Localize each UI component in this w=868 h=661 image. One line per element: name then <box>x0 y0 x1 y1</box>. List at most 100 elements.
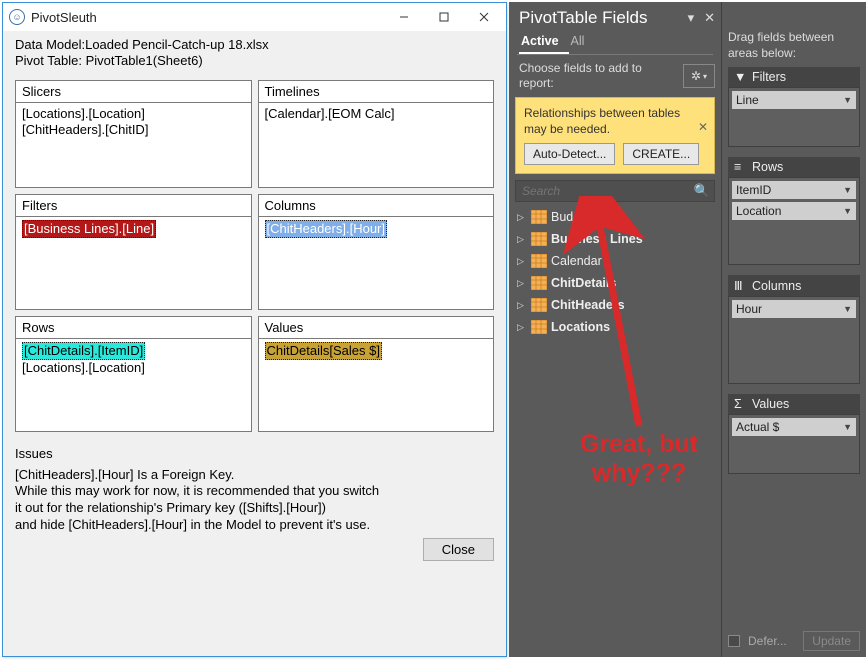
zone-item-label: ItemID <box>736 183 771 197</box>
maximize-button[interactable] <box>424 4 464 30</box>
fields-pane-title: PivotTable Fields <box>519 8 688 28</box>
zone-item-label: Actual $ <box>736 420 779 434</box>
app-icon: ☺ <box>9 9 25 25</box>
tab-all[interactable]: All <box>569 30 595 54</box>
chevron-right-icon: ▷ <box>517 212 527 223</box>
slicers-line: [ChitHeaders].[ChitID] <box>22 122 245 139</box>
columns-header: Columns <box>258 194 495 216</box>
table-label: Business Lines <box>551 232 643 246</box>
columns-icon: Ⅲ <box>734 278 746 293</box>
rows-line: [Locations].[Location] <box>22 360 245 377</box>
filters-body: [Business Lines].[Line] <box>15 216 252 310</box>
filters-header: Filters <box>15 194 252 216</box>
table-icon <box>531 254 547 268</box>
drag-fields-text: Drag fields between areas below: <box>728 30 860 61</box>
chevron-down-icon: ▼ <box>843 185 852 195</box>
rows-icon: ≡ <box>734 160 746 174</box>
table-icon <box>531 320 547 334</box>
close-button[interactable]: Close <box>423 538 494 561</box>
pivotsleuth-window: ☺ PivotSleuth Data Model:Loaded Pencil-C… <box>2 2 507 657</box>
zone-field-item[interactable]: Hour ▼ <box>732 300 856 318</box>
zone-item-label: Line <box>736 93 759 107</box>
values-highlight: ChitDetails[Sales $] <box>265 342 382 361</box>
table-icon <box>531 298 547 312</box>
defer-label: Defer... <box>748 634 787 648</box>
tab-active[interactable]: Active <box>519 30 569 54</box>
titlebar: ☺ PivotSleuth <box>3 3 506 31</box>
table-row[interactable]: ▷ Calendar <box>513 250 717 272</box>
table-icon <box>531 210 547 224</box>
zone-field-item[interactable]: Line ▼ <box>732 91 856 109</box>
chevron-right-icon: ▷ <box>517 278 527 289</box>
banner-close-icon[interactable]: ✕ <box>698 120 708 134</box>
slicers-header: Slicers <box>15 80 252 102</box>
pane-close-icon[interactable]: ✕ <box>704 10 715 26</box>
chevron-right-icon: ▷ <box>517 256 527 267</box>
rows-zone-header: ≡ Rows <box>728 157 860 177</box>
rows-body: [ChitDetails].[ItemID] [Locations].[Loca… <box>15 338 252 432</box>
values-header: Values <box>258 316 495 338</box>
sigma-icon: Σ <box>734 397 746 411</box>
pane-menu-icon[interactable]: ▾ <box>688 10 695 26</box>
defer-checkbox[interactable] <box>728 635 740 647</box>
chevron-down-icon: ▼ <box>843 304 852 314</box>
filters-zone-header: ▼ Filters <box>728 67 860 87</box>
search-input[interactable] <box>522 184 694 198</box>
create-relationship-button[interactable]: CREATE... <box>623 143 699 165</box>
data-model-info: Data Model:Loaded Pencil-Catch-up 18.xls… <box>15 37 494 53</box>
chevron-down-icon: ▼ <box>843 422 852 432</box>
issues-text: [ChitHeaders].[Hour] Is a Foreign Key.Wh… <box>15 467 494 535</box>
gear-icon: ✲ <box>691 69 701 83</box>
values-zone-label: Values <box>752 397 789 411</box>
rows-zone-label: Rows <box>752 160 783 174</box>
pivot-table-info: Pivot Table: PivotTable1(Sheet6) <box>15 53 494 69</box>
chevron-right-icon: ▷ <box>517 300 527 311</box>
table-row[interactable]: ▷Locations <box>513 316 717 338</box>
chevron-right-icon: ▷ <box>517 234 527 245</box>
window-title: PivotSleuth <box>31 10 384 25</box>
search-icon: 🔍 <box>694 183 710 199</box>
search-row[interactable]: 🔍 <box>515 180 715 202</box>
table-icon <box>531 276 547 290</box>
table-label: Calendar <box>551 254 602 268</box>
auto-detect-button[interactable]: Auto-Detect... <box>524 143 615 165</box>
zone-item-label: Hour <box>736 302 762 316</box>
table-label: Budgets <box>551 210 597 224</box>
timelines-line: [Calendar].[EOM Calc] <box>265 106 488 123</box>
table-row[interactable]: ▷ChitDetails <box>513 272 717 294</box>
table-label: Locations <box>551 320 610 334</box>
rows-zone-well[interactable]: ItemID ▼ Location▼ <box>728 177 860 265</box>
table-row[interactable]: ▷ Budgets <box>513 206 717 228</box>
update-button[interactable]: Update <box>803 631 860 651</box>
table-row[interactable]: ▷ChitHeaders <box>513 294 717 316</box>
zone-field-item[interactable]: Actual $ ▼ <box>732 418 856 436</box>
zone-item-label: Location <box>736 204 781 218</box>
filters-zone-well[interactable]: Line ▼ <box>728 87 860 147</box>
table-icon <box>531 232 547 246</box>
slicers-line: [Locations].[Location] <box>22 106 245 123</box>
slicers-body: [Locations].[Location] [ChitHeaders].[Ch… <box>15 102 252 188</box>
choose-fields-text: Choose fields to add to report: <box>519 61 679 91</box>
rows-header: Rows <box>15 316 252 338</box>
columns-body: [ChitHeaders].[Hour] <box>258 216 495 310</box>
fields-settings-button[interactable]: ✲▾ <box>683 64 715 88</box>
minimize-button[interactable] <box>384 4 424 30</box>
filters-zone-label: Filters <box>752 70 786 84</box>
timelines-header: Timelines <box>258 80 495 102</box>
table-row[interactable]: ▷ Business Lines <box>513 228 717 250</box>
chevron-down-icon: ▼ <box>843 95 852 105</box>
timelines-body: [Calendar].[EOM Calc] <box>258 102 495 188</box>
cols-zone-header: Ⅲ Columns <box>728 275 860 296</box>
cols-zone-well[interactable]: Hour ▼ <box>728 296 860 384</box>
issues-label: Issues <box>15 446 494 461</box>
filter-icon: ▼ <box>734 70 746 84</box>
columns-highlight: [ChitHeaders].[Hour] <box>265 220 388 239</box>
values-zone-well[interactable]: Actual $ ▼ <box>728 414 860 474</box>
separator <box>517 54 713 55</box>
zone-field-item[interactable]: Location▼ <box>732 202 856 220</box>
zone-field-item[interactable]: ItemID ▼ <box>732 181 856 199</box>
field-list: ▷ Budgets ▷ Business Lines ▷ Calendar ▷ChitDet… <box>509 204 721 342</box>
filters-highlight: [Business Lines].[Line] <box>22 220 156 239</box>
close-window-button[interactable] <box>464 4 504 30</box>
pivottable-fields-pane: PivotTable Fields ▾ ✕ Active All Choose … <box>509 2 866 657</box>
